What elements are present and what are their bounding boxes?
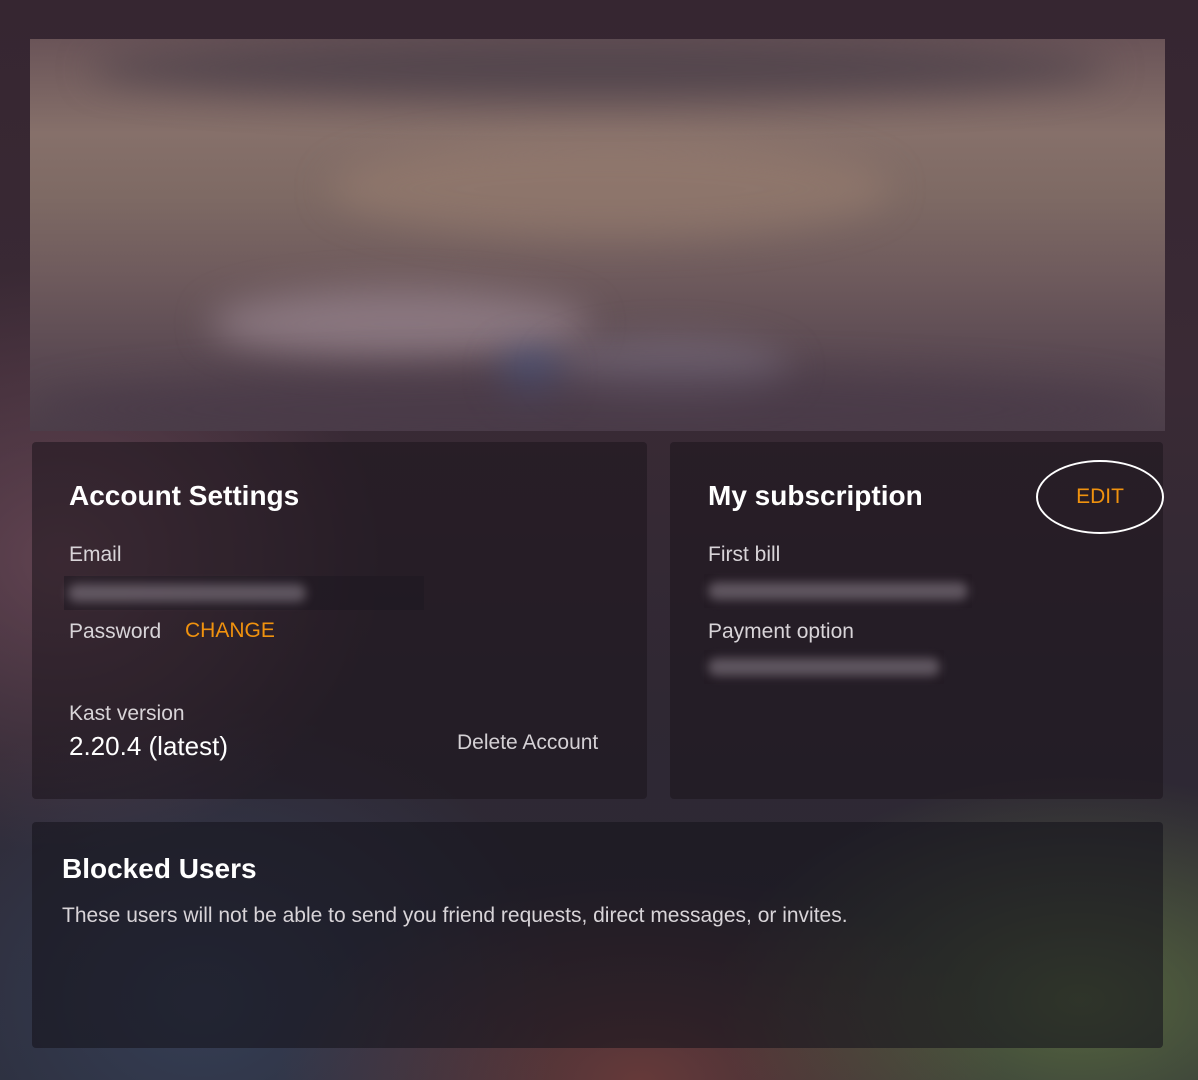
first-bill-label: First bill	[708, 543, 781, 566]
edit-label: EDIT	[1076, 485, 1124, 508]
payment-option-label: Payment option	[708, 620, 854, 643]
version-value: 2.20.4 (latest)	[69, 731, 228, 761]
banner-blur-region	[90, 39, 1110, 99]
password-label: Password	[69, 620, 162, 643]
subscription-title: My subscription	[708, 480, 923, 511]
delete-account-button[interactable]: Delete Account	[457, 731, 598, 755]
edit-subscription-button[interactable]: EDIT	[1036, 460, 1164, 534]
banner-blur-region	[30, 369, 1165, 431]
first-bill-value-redacted	[704, 574, 972, 608]
version-label: Kast version	[69, 702, 185, 725]
email-label: Email	[69, 543, 122, 566]
change-password-button[interactable]: CHANGE	[185, 619, 275, 643]
profile-banner	[30, 39, 1165, 431]
payment-option-value-redacted	[704, 650, 944, 684]
banner-blur-region	[330, 139, 890, 239]
blocked-users-description: These users will not be able to send you…	[62, 904, 848, 927]
blocked-users-title: Blocked Users	[62, 853, 257, 884]
account-settings-title: Account Settings	[69, 480, 300, 511]
email-value-redacted	[64, 576, 424, 610]
